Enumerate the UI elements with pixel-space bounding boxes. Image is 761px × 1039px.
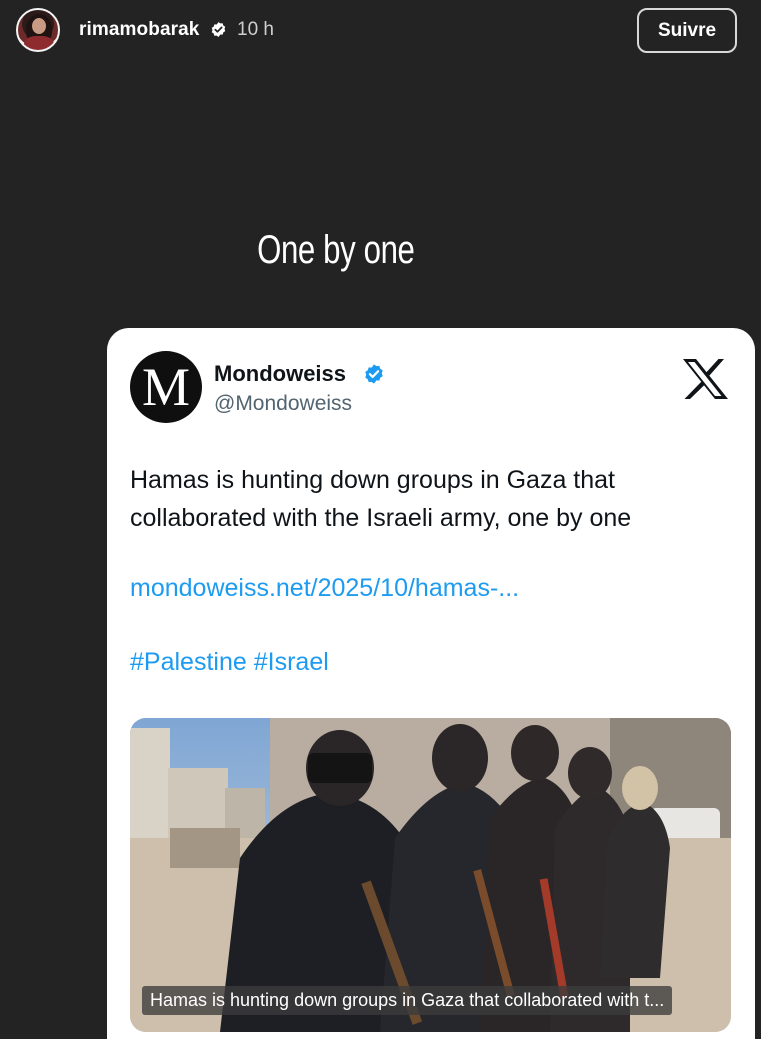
tweet-account-handle: @Mondoweiss	[214, 392, 353, 415]
verified-badge-icon	[211, 22, 226, 37]
tweet-account-name: Mondoweiss	[214, 361, 347, 386]
hashtag-link[interactable]: #Palestine	[130, 648, 247, 676]
x-logo-icon	[683, 359, 728, 399]
tweet-text: Hamas is hunting down groups in Gaza tha…	[130, 466, 632, 532]
account-logo-letter: M	[141, 357, 190, 417]
hashtag-link[interactable]: #Israel	[254, 648, 329, 676]
post-time: 10 h	[237, 19, 274, 40]
account-avatar: M	[130, 351, 202, 423]
media-caption: Hamas is hunting down groups in Gaza tha…	[142, 986, 673, 1015]
profile-username[interactable]: rimamobarak	[79, 19, 199, 41]
tweet-card[interactable]: M Mondoweiss @Mondoweiss Hamas is huntin…	[107, 328, 755, 1039]
tweet-hashtags: #Palestine #Israel	[130, 648, 336, 677]
verified-badge-icon	[365, 364, 383, 384]
follow-button[interactable]: Suivre	[637, 8, 737, 53]
story-caption: One by one	[257, 228, 415, 272]
tweet-link[interactable]: mondoweiss.net/2025/10/hamas-...	[130, 574, 519, 603]
media-photo	[130, 718, 731, 1032]
tweet-media-image[interactable]: Hamas is hunting down groups in Gaza tha…	[130, 718, 731, 1032]
profile-avatar[interactable]	[16, 8, 60, 52]
story-header: rimamobarak 10 h Suivre	[0, 0, 761, 62]
story-view: rimamobarak 10 h Suivre One by one M Mon…	[0, 0, 761, 1039]
